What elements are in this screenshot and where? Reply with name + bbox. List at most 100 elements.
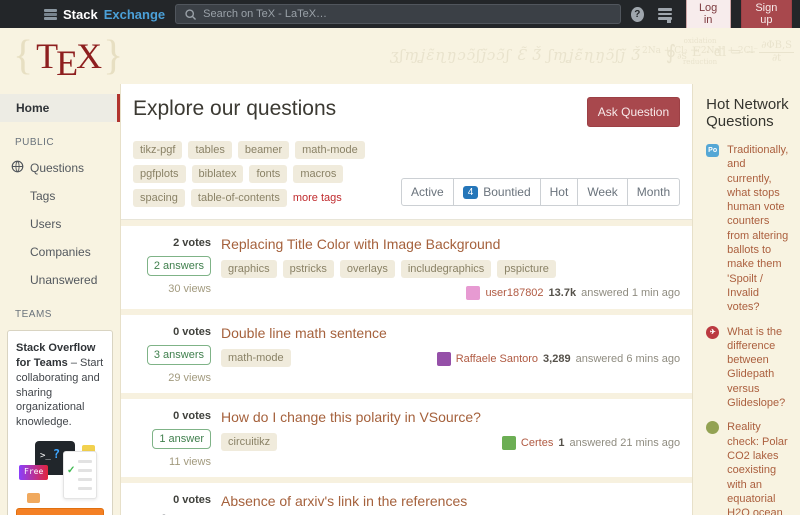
hot-question-link[interactable]: What is the difference between Glidepath…: [727, 325, 792, 411]
search-icon: [184, 8, 197, 21]
tag-pill[interactable]: tables: [188, 141, 231, 159]
logo-brace-right: }: [103, 30, 123, 82]
activity-time: answered 6 mins ago: [576, 353, 681, 365]
avatar[interactable]: [502, 436, 516, 450]
site-switcher-icon[interactable]: [658, 8, 672, 20]
sidebar-item-label: Questions: [30, 161, 84, 175]
search-box[interactable]: [175, 4, 621, 24]
reputation: 13.7k: [549, 287, 577, 299]
aviation-site-icon: ✈: [706, 326, 719, 339]
hot-questions-title: Hot Network Questions: [706, 96, 792, 130]
question-row: 0 votes 0 answers 24 views Absence of ar…: [121, 477, 692, 515]
username-link[interactable]: Raffaele Santoro: [456, 353, 538, 365]
filter-tab-label: Week: [587, 185, 617, 199]
question-stats: 0 votes 3 answers 29 views: [127, 323, 211, 384]
avatar[interactable]: [466, 286, 480, 300]
question-stats: 0 votes 0 answers 24 views: [127, 491, 211, 515]
question-stats: 0 votes 1 answer 11 views: [127, 407, 211, 468]
tag-pill[interactable]: beamer: [238, 141, 289, 159]
answer-count: 1 answer: [152, 429, 211, 449]
logo-text-exchange: Exchange: [104, 7, 165, 22]
question-title-link[interactable]: Replacing Title Color with Image Backgro…: [221, 236, 680, 252]
question-title-link[interactable]: Double line math sentence: [221, 325, 680, 341]
username-link[interactable]: Certes: [521, 437, 553, 449]
more-tags-link[interactable]: more tags: [293, 189, 342, 207]
tag-pill[interactable]: includegraphics: [401, 260, 491, 278]
activity-time: answered 21 mins ago: [569, 437, 680, 449]
hot-network-questions: Hot Network Questions Po Traditionally, …: [693, 84, 800, 515]
tag-pill[interactable]: math-mode: [295, 141, 365, 159]
hot-question-link[interactable]: Traditionally, and currently, what stops…: [727, 143, 792, 315]
tag-pill[interactable]: overlays: [340, 260, 395, 278]
tag-pill[interactable]: fonts: [249, 165, 287, 183]
top-bar: StackExchange ? Log in Sign up: [0, 0, 800, 28]
sidebar-item[interactable]: Unanswered: [0, 266, 120, 294]
question-filter-tabs: Active 4 Bountied Hot: [401, 178, 680, 206]
tag-pill[interactable]: biblatex: [192, 165, 244, 183]
question-title-link[interactable]: Absence of arxiv's link in the reference…: [221, 493, 680, 509]
question-meta: Raffaele Santoro 3,289 answered 6 mins a…: [437, 350, 680, 366]
vote-count: 0 votes: [173, 494, 211, 506]
reputation: 3,289: [543, 353, 571, 365]
reputation: 1: [558, 437, 564, 449]
tag-pill[interactable]: circuitikz: [221, 433, 277, 451]
question-title-link[interactable]: How do I change this polarity in VSource…: [221, 409, 680, 425]
sidebar-item[interactable]: Companies: [0, 238, 120, 266]
question-meta: user187802 13.7k answered 1 min ago: [466, 284, 680, 300]
page-title: Explore our questions: [133, 97, 336, 121]
sidebar-item[interactable]: Users: [0, 210, 120, 238]
hot-question-item: ✈ What is the difference between Glidepa…: [706, 325, 792, 411]
site-header: { TEX } ʒʃɱʝɛ̃ɳŋɔɔ̃ʃȷ̃ɔɔ̃ʃ Ɛ̃ Ǯ ʃɱʝɛ̃ɳŋɔ…: [0, 28, 800, 84]
tag-pill[interactable]: table-of-contents: [191, 189, 287, 207]
tag-pill[interactable]: graphics: [221, 260, 277, 278]
tag-pill[interactable]: tikz-pgf: [133, 141, 182, 159]
filter-tab[interactable]: Active: [402, 179, 453, 205]
tag-pill[interactable]: pgfplots: [133, 165, 186, 183]
stackexchange-stack-icon: [44, 9, 57, 20]
politics-site-icon: Po: [706, 144, 719, 157]
sidebar-item-home[interactable]: Home: [0, 94, 120, 122]
check-icon: ✓: [67, 464, 75, 478]
sidebar-item[interactable]: Tags: [0, 182, 120, 210]
tag-pill[interactable]: pstricks: [283, 260, 334, 278]
filter-tab[interactable]: Hot: [540, 179, 578, 205]
filter-tab-label: Active: [411, 185, 444, 199]
hot-question-link[interactable]: Reality check: Polar CO2 lakes coexistin…: [727, 420, 792, 515]
stackexchange-logo[interactable]: StackExchange: [44, 7, 165, 22]
create-team-button[interactable]: Create a free Team: [16, 508, 104, 515]
question-row: 2 votes 2 answers 30 views Replacing Tit…: [121, 220, 692, 309]
help-icon[interactable]: ?: [631, 7, 644, 22]
tag-pill[interactable]: spacing: [133, 189, 185, 207]
filter-tab[interactable]: Week: [577, 179, 626, 205]
ask-question-button[interactable]: Ask Question: [587, 97, 680, 127]
avatar[interactable]: [437, 352, 451, 366]
username-link[interactable]: user187802: [485, 287, 543, 299]
filter-tab-label: Bountied: [483, 185, 530, 199]
teams-promo-card: Stack Overflow for Teams – Start collabo…: [7, 330, 113, 515]
tex-logotype: TEX: [33, 30, 103, 82]
question-row: 0 votes 3 answers 29 views Double line m…: [121, 309, 692, 393]
main-content: Explore our questions Ask Question tikz-…: [120, 84, 693, 515]
tag-pill[interactable]: pspicture: [497, 260, 556, 278]
decor-faraday-equation: ∮∂S E · dl = − ∂ΦB,S∂t: [666, 40, 794, 64]
vote-count: 0 votes: [173, 410, 211, 422]
search-input[interactable]: [203, 8, 612, 20]
vote-count: 0 votes: [173, 326, 211, 338]
sidebar-item-label: Users: [30, 217, 61, 231]
tex-site-logo[interactable]: { TEX }: [13, 30, 123, 82]
sidebar-item-label: Unanswered: [30, 273, 97, 287]
signup-button[interactable]: Sign up: [741, 0, 792, 31]
view-count: 11 views: [169, 456, 211, 468]
filter-tab[interactable]: 4 Bountied: [453, 179, 540, 205]
filter-tab[interactable]: Month: [627, 179, 679, 205]
bounty-count-badge: 4: [463, 186, 479, 199]
tag-pill[interactable]: math-mode: [221, 349, 291, 367]
question-stats: 2 votes 2 answers 30 views: [127, 234, 211, 300]
login-button[interactable]: Log in: [686, 0, 731, 31]
question-list: 2 votes 2 answers 30 views Replacing Tit…: [121, 220, 692, 515]
globe-icon: [11, 160, 24, 176]
free-badge: Free: [19, 465, 48, 480]
tag-pill[interactable]: macros: [293, 165, 343, 183]
sidebar-item[interactable]: Questions: [0, 154, 120, 182]
view-count: 30 views: [168, 283, 211, 295]
